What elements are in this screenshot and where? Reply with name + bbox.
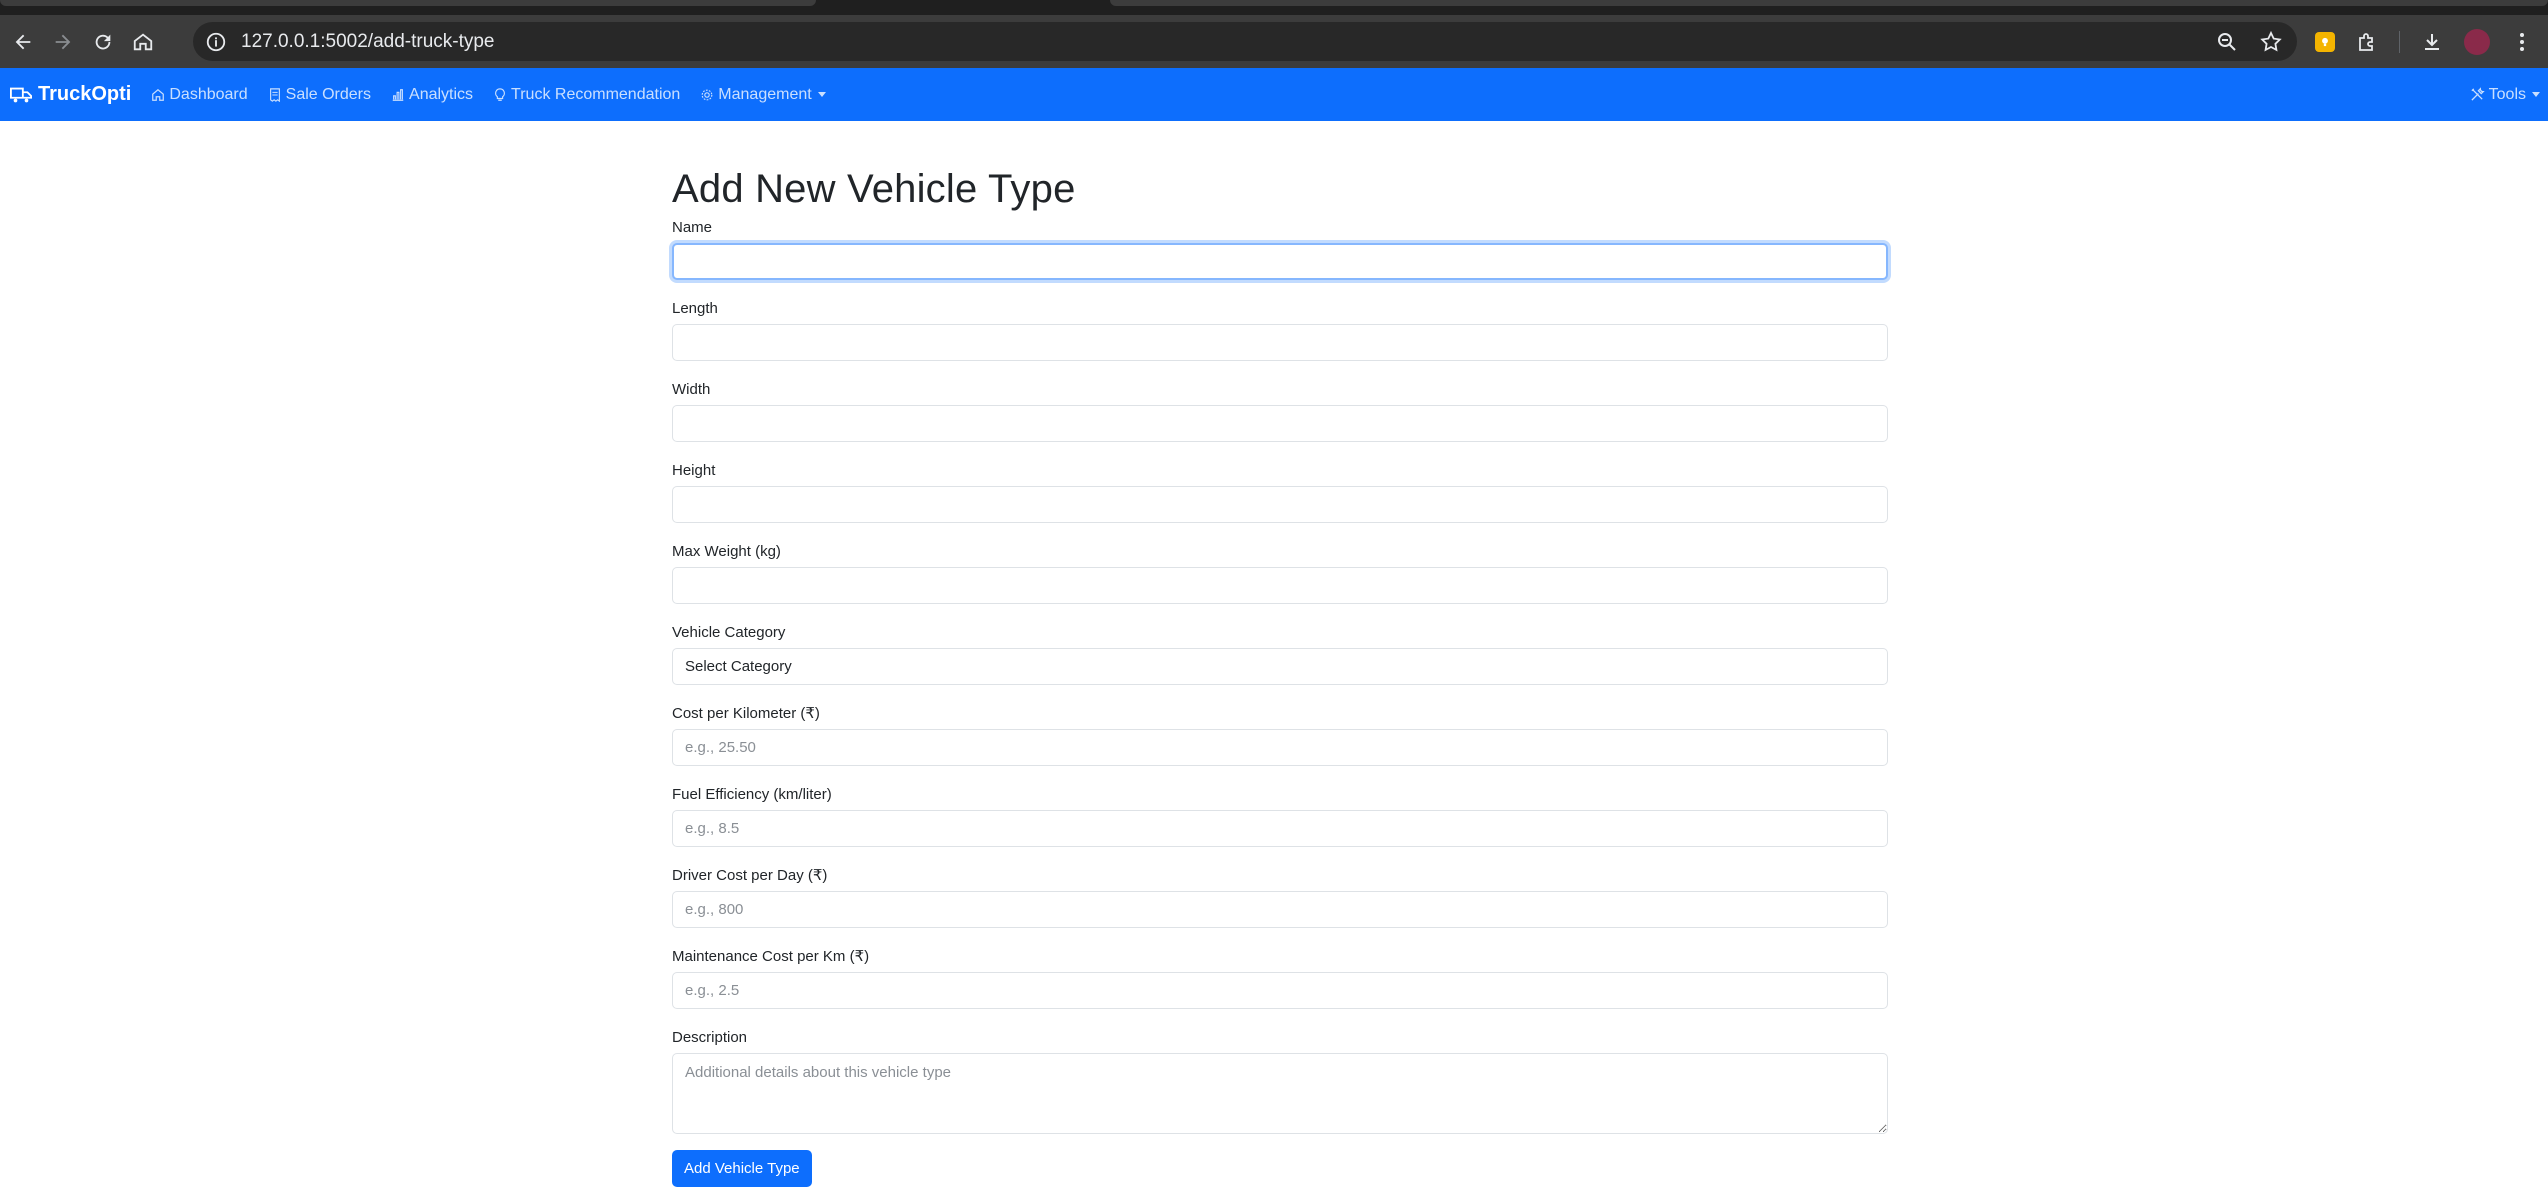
nav-management-label: Management [718, 85, 812, 103]
max-weight-input[interactable] [672, 567, 1888, 604]
site-info-icon[interactable] [205, 31, 227, 53]
back-icon[interactable] [6, 25, 40, 59]
length-input[interactable] [672, 324, 1888, 361]
nav-analytics-label: Analytics [409, 85, 474, 103]
field-label: Description [672, 1029, 748, 1046]
cost-per-km-input[interactable] [672, 729, 1888, 766]
nav-sale-orders-label: Sale Orders [285, 85, 372, 103]
house-icon [152, 88, 165, 101]
browser-tab-strip [0, 0, 2548, 15]
field-width: Width [672, 375, 1888, 442]
chevron-down-icon [2532, 92, 2540, 97]
field-label: Max Weight (kg) [672, 543, 781, 560]
toolbar-divider [2399, 30, 2400, 53]
bar-chart-icon [392, 88, 404, 101]
width-input[interactable] [672, 405, 1888, 442]
url-text[interactable]: 127.0.0.1:5002/add-truck-type [241, 31, 495, 53]
field-label: Fuel Efficiency (km/liter) [672, 786, 832, 803]
extension-icon[interactable] [2315, 31, 2335, 52]
driver-cost-input[interactable] [672, 891, 1888, 928]
field-label: Vehicle Category [672, 624, 786, 641]
field-label: Name [672, 219, 713, 236]
maintenance-cost-input[interactable] [672, 972, 1888, 1009]
receipt-icon [269, 87, 280, 102]
description-textarea[interactable] [672, 1053, 1888, 1134]
profile-avatar[interactable] [2464, 28, 2490, 55]
forward-icon[interactable] [46, 25, 80, 59]
field-fuel-efficiency: Fuel Efficiency (km/liter) [672, 780, 1888, 847]
field-label: Driver Cost per Day (₹) [672, 867, 828, 884]
nav-analytics[interactable]: Analytics [391, 86, 473, 104]
download-icon[interactable] [2420, 30, 2444, 54]
extensions-puzzle-icon[interactable] [2355, 30, 2379, 54]
field-label: Height [672, 462, 716, 479]
nav-dashboard-label: Dashboard [169, 85, 248, 103]
field-label: Width [672, 381, 711, 398]
field-cost-per-km: Cost per Kilometer (₹) [672, 699, 1888, 766]
lightbulb-icon [495, 87, 505, 101]
chevron-down-icon [817, 92, 826, 97]
field-driver-cost: Driver Cost per Day (₹) [672, 861, 1888, 928]
field-length: Length [672, 294, 1888, 361]
add-vehicle-type-form: Add New Vehicle Type Name Length Width H… [672, 121, 1888, 1187]
field-maintenance-cost: Maintenance Cost per Km (₹) [672, 942, 1888, 1009]
browser-tab[interactable] [0, 0, 816, 6]
field-label: Length [672, 300, 718, 317]
gear-icon [701, 89, 713, 100]
field-label: Cost per Kilometer (₹) [672, 705, 820, 722]
reload-icon[interactable] [86, 25, 120, 59]
add-vehicle-type-button[interactable]: Add Vehicle Type [672, 1150, 812, 1187]
nav-management-dropdown[interactable]: Management [700, 85, 826, 104]
field-name: Name [672, 213, 1888, 280]
brand-name: TruckOpti [38, 83, 132, 105]
field-vehicle-category: Vehicle Category Select Category [672, 618, 1888, 685]
brand-link[interactable]: TruckOpti [10, 83, 131, 106]
address-bar[interactable]: 127.0.0.1:5002/add-truck-type [193, 22, 2297, 61]
browser-toolbar: 127.0.0.1:5002/add-truck-type [0, 15, 2548, 68]
vehicle-category-select[interactable]: Select Category [672, 648, 1888, 685]
bookmark-star-icon[interactable] [2259, 30, 2283, 54]
nav-dashboard[interactable]: Dashboard [151, 85, 248, 104]
zoom-icon[interactable] [2215, 30, 2239, 54]
nav-sale-orders[interactable]: Sale Orders [268, 86, 371, 104]
field-max-weight: Max Weight (kg) [672, 537, 1888, 604]
nav-truck-recommendation-label: Truck Recommendation [511, 85, 681, 103]
menu-kebab-icon[interactable] [2510, 30, 2534, 54]
home-icon[interactable] [126, 25, 160, 59]
nav-truck-recommendation[interactable]: Truck Recommendation [493, 86, 680, 104]
name-input[interactable] [672, 243, 1888, 280]
browser-tab[interactable] [1110, 0, 2548, 6]
app-navbar: TruckOpti Dashboard Sale Orders Analytic… [0, 68, 2548, 121]
nav-tools-dropdown[interactable]: Tools [2470, 68, 2540, 121]
truck-icon [10, 87, 32, 102]
field-label: Maintenance Cost per Km (₹) [672, 948, 870, 965]
tools-icon [2471, 87, 2485, 101]
page-title: Add New Vehicle Type [672, 167, 1076, 211]
field-height: Height [672, 456, 1888, 523]
field-description: Description [672, 1023, 1888, 1139]
nav-tools-label: Tools [2488, 85, 2526, 103]
fuel-efficiency-input[interactable] [672, 810, 1888, 847]
height-input[interactable] [672, 486, 1888, 523]
